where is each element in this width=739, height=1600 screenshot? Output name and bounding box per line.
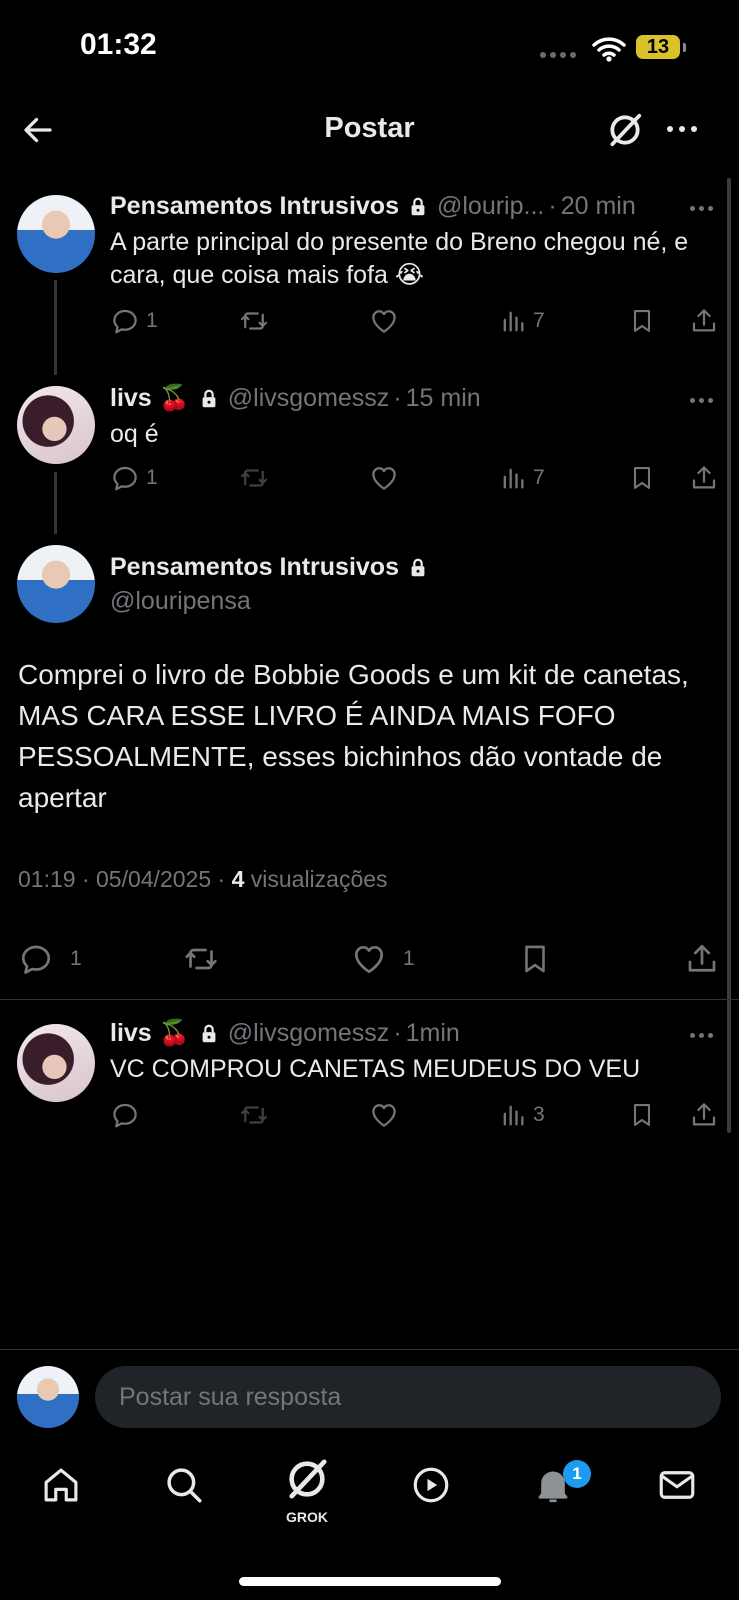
grok-icon[interactable] (284, 1456, 330, 1502)
author-handle[interactable]: @livsgomessz (228, 384, 390, 413)
mail-icon[interactable] (656, 1464, 698, 1506)
retweet-button[interactable] (238, 1100, 270, 1130)
cellular-signal-icon (540, 52, 576, 58)
more-icon[interactable] (690, 1033, 713, 1038)
share-button[interactable] (689, 306, 719, 336)
main-author: Pensamentos Intrusivos (110, 553, 429, 582)
like-count: 1 (403, 947, 415, 970)
reply-button[interactable]: 1 (110, 306, 158, 336)
tweet-time: 20 min (560, 192, 636, 220)
thread-line (54, 280, 57, 375)
like-button[interactable] (369, 463, 399, 493)
tweet-header: livs 🍒 @livsgomessz · 15 min (110, 384, 481, 413)
retweet-button[interactable] (238, 306, 270, 336)
grok-label: GROK (286, 1509, 328, 1525)
author-handle[interactable]: @livsgomessz (228, 1019, 390, 1048)
separator: · (548, 192, 557, 220)
scrollbar[interactable] (727, 178, 731, 1133)
bookmark-button[interactable] (628, 306, 656, 336)
views-count: 3 (533, 1103, 545, 1126)
views-button[interactable]: 7 (499, 306, 545, 336)
lock-icon (407, 557, 429, 579)
post-text: Comprei o livro de Bobbie Goods e um kit… (18, 659, 689, 813)
views-count: 7 (533, 466, 545, 489)
like-button[interactable] (369, 306, 399, 336)
tweet-time: 1min (405, 1019, 460, 1047)
views-count: 7 (533, 309, 545, 332)
bookmark-button[interactable] (628, 1100, 656, 1130)
battery-tip (683, 43, 686, 52)
author-handle[interactable]: @lourip... (437, 192, 544, 221)
share-button[interactable] (684, 941, 720, 977)
views-label[interactable]: visualizações (251, 866, 388, 892)
author-name[interactable]: Pensamentos Intrusivos (110, 192, 399, 221)
reply-button[interactable]: 1 (110, 463, 158, 493)
tweet-time: 15 min (405, 384, 481, 412)
tweet-text: A parte principal do presente do Breno c… (110, 228, 689, 289)
tweet-header: livs 🍒 @livsgomessz · 1min (110, 1019, 460, 1048)
author-name[interactable]: Pensamentos Intrusivos (110, 553, 399, 582)
status-time: 01:32 (80, 28, 157, 61)
separator: · (393, 1019, 402, 1047)
lock-icon (198, 388, 220, 410)
avatar[interactable] (17, 1024, 95, 1102)
more-icon[interactable] (667, 126, 697, 132)
grok-icon[interactable] (606, 111, 644, 149)
tweet-text: VC COMPROU CANETAS MEUDEUS DO VEU (110, 1055, 641, 1083)
home-icon[interactable] (40, 1464, 82, 1506)
retweet-button[interactable] (238, 463, 270, 493)
reply-button[interactable]: 1 (18, 941, 82, 977)
views-button[interactable]: 7 (499, 463, 545, 493)
tweet-text: oq é (110, 420, 159, 448)
avatar[interactable] (17, 1366, 79, 1428)
tweet-header: Pensamentos Intrusivos @lourip... · 20 m… (110, 192, 636, 221)
reply-count: 1 (146, 466, 158, 489)
thread-line (54, 472, 57, 534)
like-button[interactable]: 1 (351, 941, 415, 977)
more-icon[interactable] (690, 206, 713, 211)
share-button[interactable] (689, 463, 719, 493)
notifications-badge: 1 (563, 1460, 591, 1488)
search-icon[interactable] (163, 1464, 205, 1506)
divider (0, 999, 739, 1000)
more-icon[interactable] (690, 398, 713, 403)
bookmark-button[interactable] (518, 941, 552, 977)
views-button[interactable]: 3 (499, 1100, 545, 1130)
battery-level: 13 (646, 35, 670, 58)
avatar[interactable] (17, 386, 95, 464)
reply-count: 1 (146, 309, 158, 332)
avatar[interactable] (17, 195, 95, 273)
retweet-button[interactable] (181, 941, 221, 977)
bookmark-button[interactable] (628, 463, 656, 493)
reply-input[interactable]: Postar sua resposta (95, 1366, 721, 1428)
author-name[interactable]: livs 🍒 (110, 384, 190, 413)
reply-button[interactable] (110, 1100, 140, 1130)
wifi-icon (592, 36, 626, 62)
lock-icon (407, 196, 429, 218)
author-handle[interactable]: @louripensa (110, 587, 251, 616)
views-count: 4 (231, 866, 245, 892)
battery-icon: 13 (636, 35, 680, 59)
avatar[interactable] (17, 545, 95, 623)
reply-count: 1 (70, 947, 82, 970)
post-meta: 01:19 · 05/04/2025 · 4 visualizações (18, 866, 388, 893)
divider (0, 1349, 739, 1350)
separator: · (393, 384, 402, 412)
play-icon[interactable] (410, 1464, 452, 1506)
post-timestamp: 01:19 · 05/04/2025 · (18, 866, 232, 892)
home-indicator[interactable] (239, 1577, 501, 1586)
share-button[interactable] (689, 1100, 719, 1130)
lock-icon (198, 1023, 220, 1045)
like-button[interactable] (369, 1100, 399, 1130)
author-name[interactable]: livs 🍒 (110, 1019, 190, 1048)
